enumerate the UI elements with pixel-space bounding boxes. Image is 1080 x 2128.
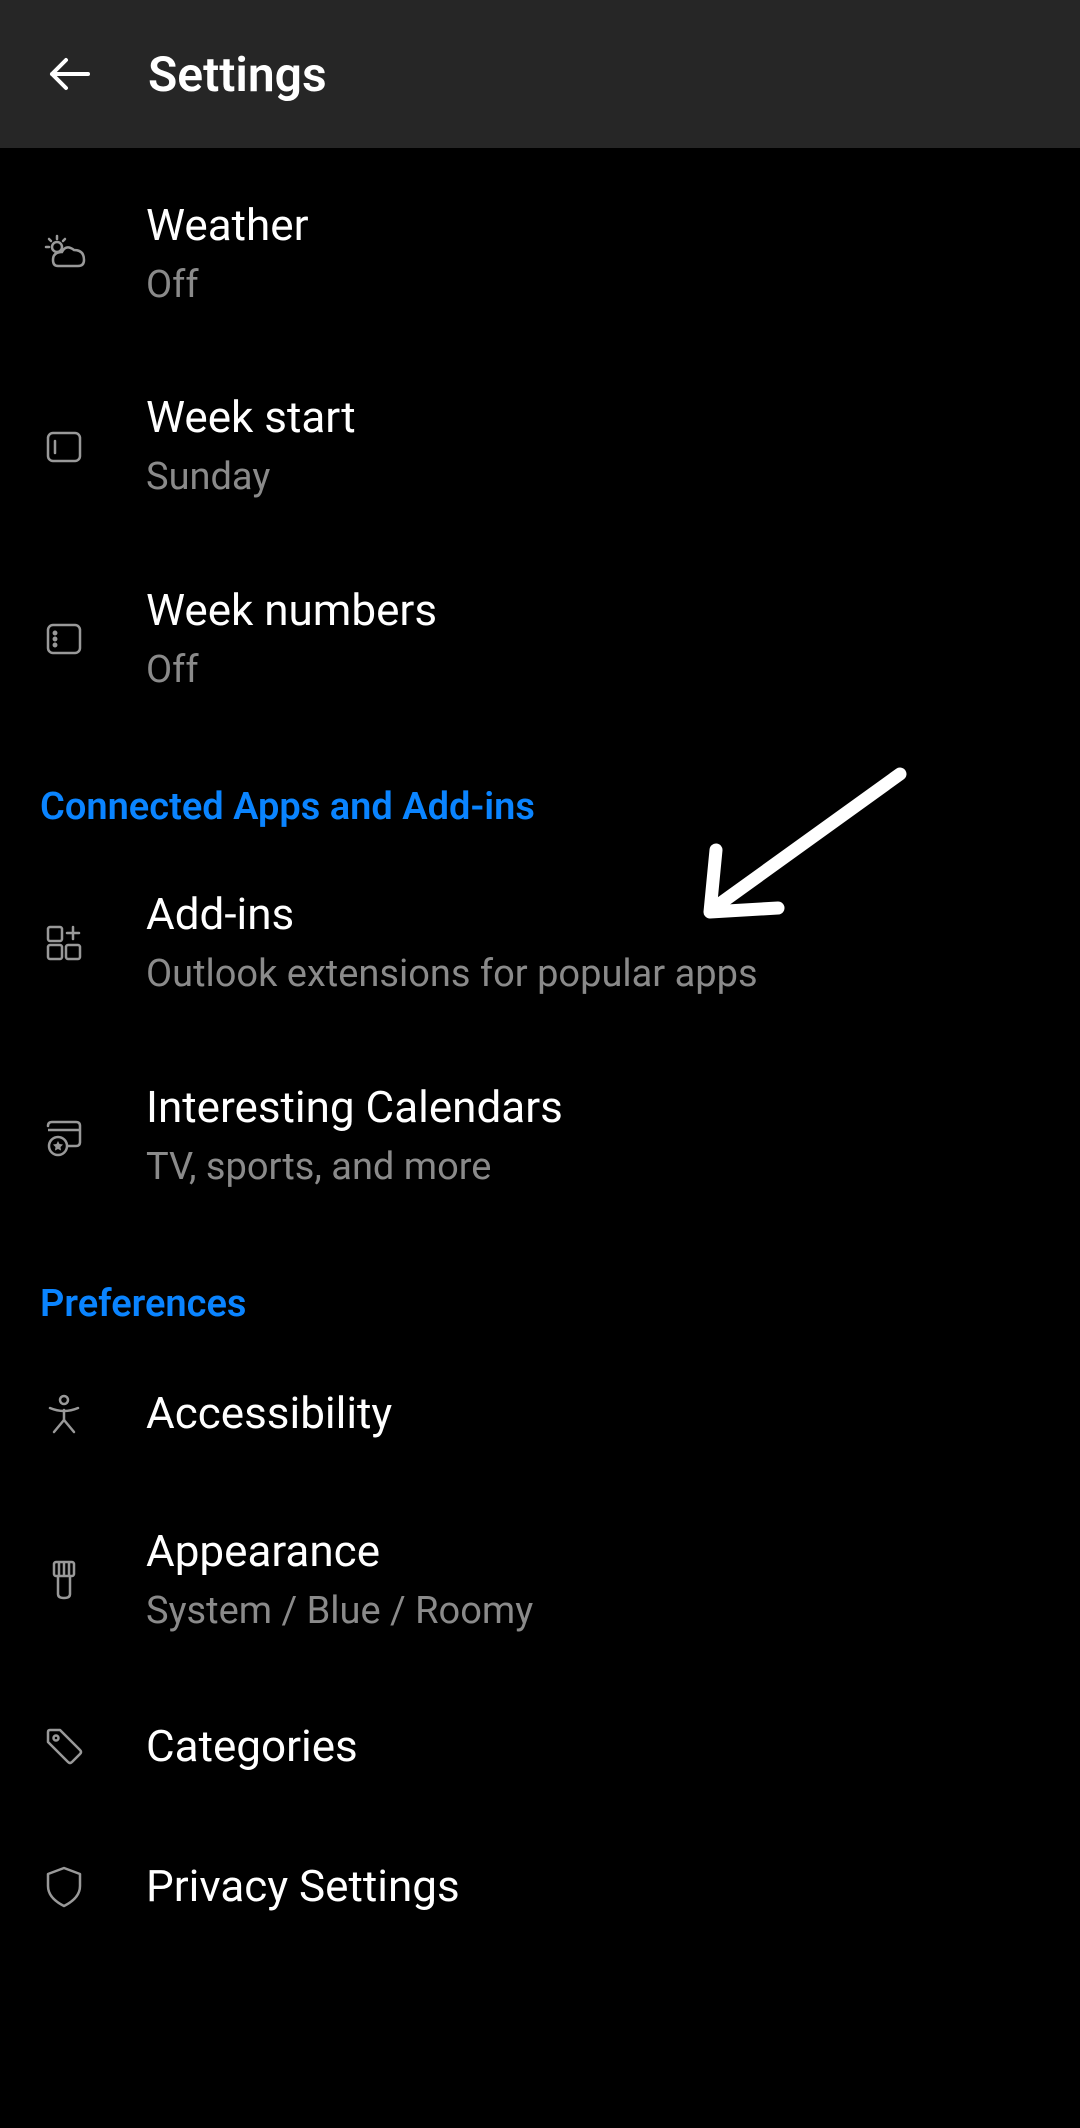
settings-item-accessibility[interactable]: Accessibility	[0, 1344, 1080, 1484]
accessibility-icon	[40, 1390, 88, 1438]
privacy-icon	[40, 1862, 88, 1910]
section-header-preferences: Preferences	[0, 1232, 1080, 1344]
item-title: Appearance	[146, 1524, 533, 1579]
appearance-icon	[40, 1556, 88, 1604]
page-title: Settings	[148, 46, 327, 103]
item-title: Add-ins	[146, 887, 758, 942]
settings-item-privacy[interactable]: Privacy Settings	[0, 1816, 1080, 1956]
item-text: Week start Sunday	[146, 390, 356, 502]
back-button[interactable]	[40, 44, 100, 104]
item-text: Appearance System / Blue / Roomy	[146, 1524, 533, 1636]
categories-icon	[40, 1722, 88, 1770]
settings-list: Weather Off Week start Sunday	[0, 148, 1080, 1956]
item-subtitle: TV, sports, and more	[146, 1143, 563, 1192]
week-numbers-icon	[40, 615, 88, 663]
week-start-icon	[40, 423, 88, 471]
settings-item-interesting-calendars[interactable]: Interesting Calendars TV, sports, and mo…	[0, 1040, 1080, 1232]
item-text: Privacy Settings	[146, 1859, 460, 1914]
settings-item-addins[interactable]: Add-ins Outlook extensions for popular a…	[0, 847, 1080, 1039]
settings-item-appearance[interactable]: Appearance System / Blue / Roomy	[0, 1484, 1080, 1676]
item-subtitle: System / Blue / Roomy	[146, 1587, 533, 1636]
item-subtitle: Sunday	[146, 453, 356, 502]
item-title: Weather	[146, 198, 309, 253]
item-title: Categories	[146, 1719, 358, 1774]
item-title: Privacy Settings	[146, 1859, 460, 1914]
addins-icon	[40, 919, 88, 967]
item-subtitle: Off	[146, 261, 309, 310]
item-subtitle: Off	[146, 646, 437, 695]
item-text: Weather Off	[146, 198, 309, 310]
interesting-calendars-icon	[40, 1112, 88, 1160]
item-text: Week numbers Off	[146, 583, 437, 695]
item-title: Accessibility	[146, 1386, 392, 1441]
item-text: Categories	[146, 1719, 358, 1774]
item-subtitle: Outlook extensions for popular apps	[146, 950, 758, 999]
item-title: Week start	[146, 390, 356, 445]
arrow-left-icon	[44, 48, 96, 100]
settings-item-weather[interactable]: Weather Off	[0, 158, 1080, 350]
section-header-connected: Connected Apps and Add-ins	[0, 735, 1080, 847]
item-title: Week numbers	[146, 583, 437, 638]
item-title: Interesting Calendars	[146, 1080, 563, 1135]
settings-item-categories[interactable]: Categories	[0, 1676, 1080, 1816]
item-text: Accessibility	[146, 1386, 392, 1441]
item-text: Add-ins Outlook extensions for popular a…	[146, 887, 758, 999]
item-text: Interesting Calendars TV, sports, and mo…	[146, 1080, 563, 1192]
settings-item-week-start[interactable]: Week start Sunday	[0, 350, 1080, 542]
weather-icon	[40, 230, 88, 278]
settings-item-week-numbers[interactable]: Week numbers Off	[0, 543, 1080, 735]
header-bar: Settings	[0, 0, 1080, 148]
